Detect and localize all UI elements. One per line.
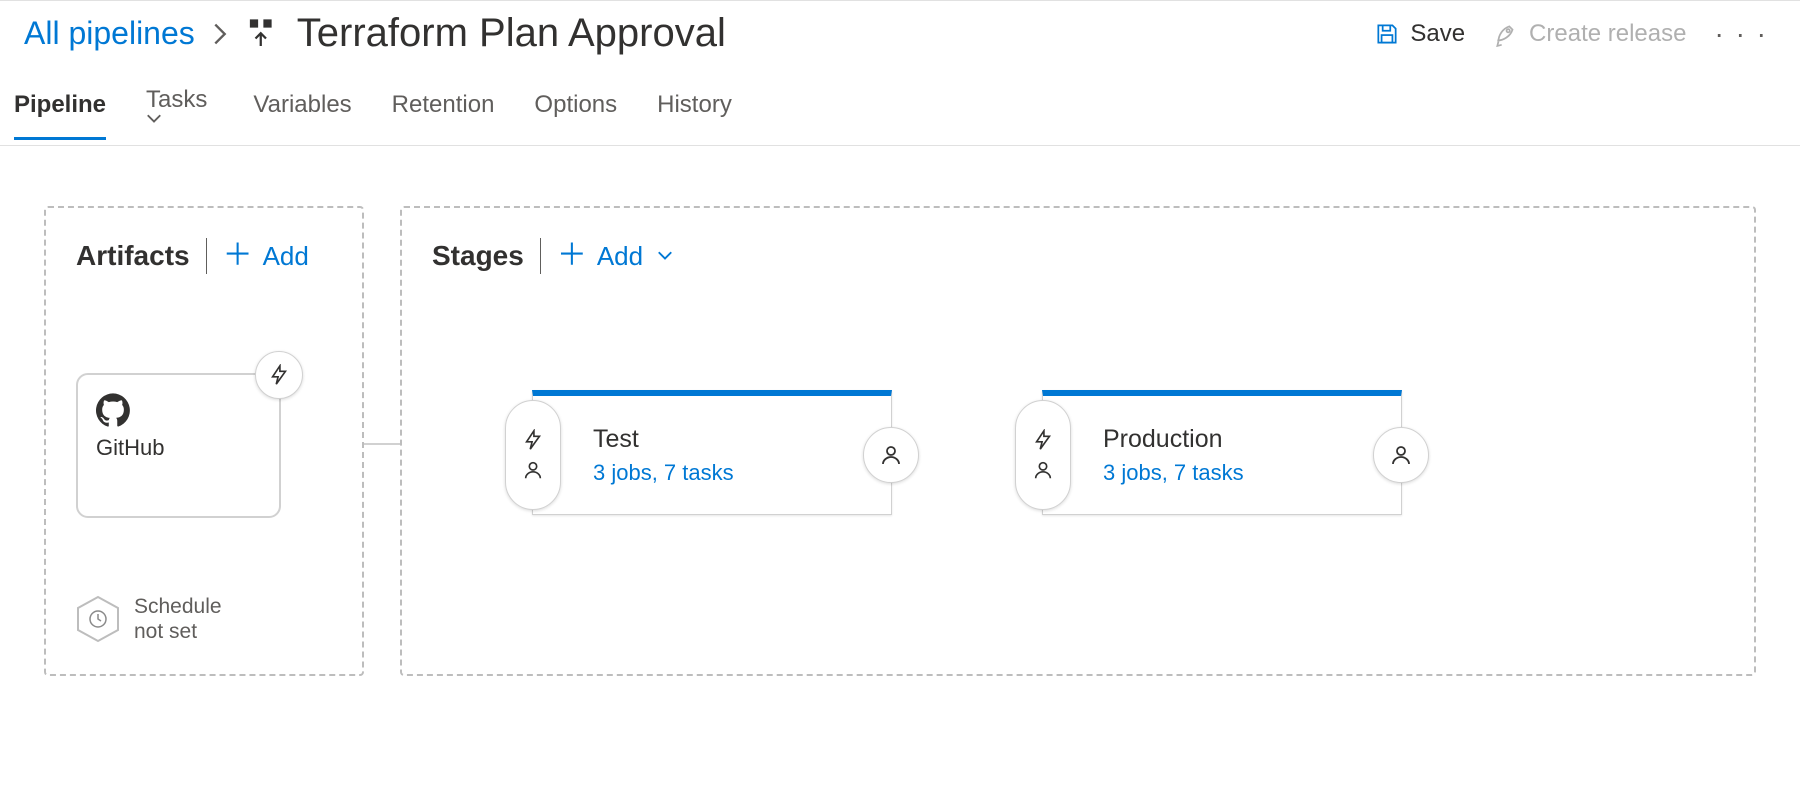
stage-predeploy-conditions[interactable] bbox=[505, 400, 561, 510]
add-artifact-label: Add bbox=[263, 241, 309, 272]
tab-tasks[interactable]: Tasks bbox=[146, 86, 213, 145]
hexagon-clock-icon bbox=[76, 595, 120, 643]
page-title: Terraform Plan Approval bbox=[297, 11, 726, 56]
pipeline-canvas: Artifacts ＋ Add GitHub bbox=[0, 146, 1800, 736]
artifact-card-github[interactable]: GitHub bbox=[76, 373, 281, 518]
save-button[interactable]: Save bbox=[1374, 20, 1465, 48]
create-release-label: Create release bbox=[1529, 20, 1686, 48]
stage-name: Test bbox=[593, 425, 734, 454]
stages-title: Stages bbox=[432, 240, 524, 272]
artifact-trigger-badge[interactable] bbox=[255, 351, 303, 399]
tab-pipeline[interactable]: Pipeline bbox=[14, 91, 106, 140]
tab-bar: Pipeline Tasks Variables Retention Optio… bbox=[0, 56, 1800, 146]
save-label: Save bbox=[1410, 20, 1465, 48]
create-release-button[interactable]: Create release bbox=[1493, 20, 1686, 48]
stage-postdeploy-conditions[interactable] bbox=[1373, 427, 1429, 483]
tab-options[interactable]: Options bbox=[534, 91, 617, 140]
page-header: All pipelines Terraform Plan Approval Sa… bbox=[0, 0, 1800, 56]
artifact-source-name: GitHub bbox=[96, 435, 261, 461]
chevron-down-icon bbox=[657, 251, 673, 261]
github-icon bbox=[96, 393, 261, 427]
plus-icon: ＋ bbox=[223, 241, 253, 271]
separator bbox=[206, 238, 207, 274]
person-icon bbox=[879, 443, 903, 467]
add-artifact-button[interactable]: ＋ Add bbox=[223, 241, 309, 272]
pipeline-definition-icon bbox=[245, 16, 281, 52]
stage-predeploy-conditions[interactable] bbox=[1015, 400, 1071, 510]
add-stage-button[interactable]: ＋ Add bbox=[557, 241, 673, 272]
stages-panel: Stages ＋ Add bbox=[400, 206, 1756, 676]
artifacts-panel: Artifacts ＋ Add GitHub bbox=[44, 206, 364, 676]
more-menu-button[interactable]: · · · bbox=[1714, 18, 1768, 50]
tab-tasks-label: Tasks bbox=[146, 86, 207, 113]
person-icon bbox=[1032, 459, 1054, 481]
stage-card-production[interactable]: Production 3 jobs, 7 tasks bbox=[1042, 390, 1402, 515]
tab-variables[interactable]: Variables bbox=[253, 91, 351, 140]
stage-name: Production bbox=[1103, 425, 1244, 454]
stage-postdeploy-conditions[interactable] bbox=[863, 427, 919, 483]
stage-summary[interactable]: 3 jobs, 7 tasks bbox=[1103, 460, 1244, 486]
stage-card-test[interactable]: Test 3 jobs, 7 tasks bbox=[532, 390, 892, 515]
chevron-right-icon bbox=[213, 23, 227, 45]
schedule-label: Schedule not set bbox=[134, 594, 222, 644]
breadcrumb-parent[interactable]: All pipelines bbox=[24, 15, 195, 52]
artifacts-title: Artifacts bbox=[76, 240, 190, 272]
lightning-icon bbox=[1032, 429, 1054, 451]
tab-retention[interactable]: Retention bbox=[392, 91, 495, 140]
lightning-icon bbox=[522, 429, 544, 451]
stage-summary[interactable]: 3 jobs, 7 tasks bbox=[593, 460, 734, 486]
person-icon bbox=[1389, 443, 1413, 467]
schedule-trigger[interactable]: Schedule not set bbox=[76, 594, 222, 644]
person-icon bbox=[522, 459, 544, 481]
plus-icon: ＋ bbox=[557, 241, 587, 271]
tab-history[interactable]: History bbox=[657, 91, 732, 140]
chevron-down-icon bbox=[146, 114, 213, 124]
separator bbox=[540, 238, 541, 274]
add-stage-label: Add bbox=[597, 241, 643, 272]
